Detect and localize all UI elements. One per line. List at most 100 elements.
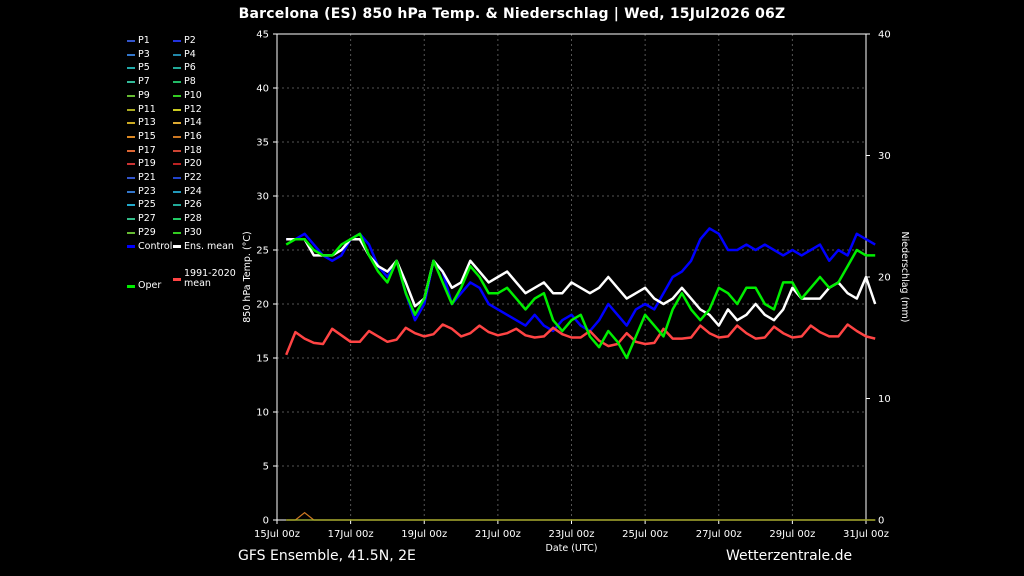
legend-swatch [127,190,135,193]
legend-item-p28: P28 [173,214,202,224]
y-tick-label: 15 [256,354,269,365]
legend-swatch [127,108,135,111]
legend-label: P25 [138,199,156,211]
precip-line-p16 [286,511,876,521]
legend-label: P29 [138,226,156,238]
legend-swatch [173,149,181,152]
legend-label: P16 [184,130,202,142]
x-tick-label: 29Jul 00z [769,529,815,540]
legend-item-p26: P26 [173,200,202,210]
legend-swatch [173,108,181,111]
legend-swatch [173,94,181,97]
legend-label: P22 [184,172,202,183]
x-tick-label: 19Jul 00z [401,529,447,540]
legend-swatch [127,94,135,97]
legend-label: P17 [138,144,156,156]
legend-label: P4 [184,48,196,60]
legend-label: Oper [138,280,162,291]
legend-label: P13 [138,117,156,129]
legend-item-p5: P5 [127,63,150,73]
x-tick-label: 15Jul 00z [254,529,300,540]
y2-axis-label: Niederschlag (mm) [899,232,910,323]
legend-label: P28 [184,213,202,225]
legend-label: P9 [138,89,150,101]
legend-item-p7: P7 [127,77,150,87]
legend-swatch [127,204,135,207]
y-tick-label: 10 [256,408,269,419]
x-tick-label: 17Jul 00z [328,529,374,540]
y2-tick-label: 30 [878,151,891,162]
legend-item-p16: P16 [173,130,202,142]
legend-item-p6: P6 [173,63,196,73]
footer-source: Wetterzentrale.de [726,548,853,564]
legend-swatch [173,218,181,221]
x-tick-label: 25Jul 00z [622,529,668,540]
legend-item-oper: Oper [127,281,161,291]
legend-label: P6 [184,62,196,74]
legend-swatch [173,177,181,179]
legend-label: P23 [138,185,156,197]
y2-tick-label: 10 [878,394,891,405]
legend-label: P12 [184,103,202,115]
x-tick-label: 21Jul 00z [475,529,521,540]
legend-swatch [127,135,135,138]
legend-item-p11: P11 [127,103,156,115]
legend-label: 1991-2020 mean [184,268,236,289]
grid [277,34,866,520]
x-tick-label: 27Jul 00z [696,529,742,540]
legend-swatch [127,284,135,288]
legend-label: Ens. mean [184,240,234,252]
legend-label: P19 [138,158,156,170]
x-tick-label: 31Jul 00z [843,529,889,540]
legend-label: P11 [138,103,156,115]
legend-item-p2: P2 [173,36,196,46]
series-line-1991-2020-mean [285,323,876,356]
legend-swatch [127,122,135,125]
legend-swatch [127,53,135,56]
legend-item-p22: P22 [173,173,202,183]
legend-item-p27: P27 [127,214,156,224]
legend-swatch [127,81,135,84]
legend-item-p25: P25 [127,200,156,210]
footer-model-info: GFS Ensemble, 41.5N, 2E [238,548,416,564]
legend-item-p1: P1 [127,36,150,46]
legend-item-p15: P15 [127,131,156,142]
y2-tick-label: 0 [878,516,884,527]
legend-swatch [127,67,135,70]
legend-swatch [173,231,181,234]
legend-label: P7 [138,76,150,88]
legend-label: P5 [138,62,150,74]
legend-label: P20 [184,158,202,170]
temp-series-group [285,227,877,360]
legend-label: P3 [138,48,150,60]
y2-tick-label: 20 [878,273,891,284]
legend-swatch [127,163,135,166]
legend-swatch [173,67,181,70]
y-tick-label: 20 [256,300,269,311]
legend-label: P2 [184,35,196,46]
legend-item-p18: P18 [173,144,202,156]
x-axis-label: Date (UTC) [546,543,598,554]
y2-tick-label: 40 [878,30,891,41]
legend-item-control: Control [127,241,172,252]
legend-item-p17: P17 [127,144,156,156]
legend-swatch [127,149,135,152]
legend-item-p13: P13 [127,118,156,128]
legend-label: P24 [184,185,202,197]
legend-item-p23: P23 [127,185,156,197]
legend-swatch [173,81,181,84]
legend-label: P18 [184,144,202,156]
legend-swatch [127,177,135,179]
legend-swatch [173,163,181,166]
legend-label: P1 [138,35,150,46]
legend-item-ens-mean: Ens. mean [173,240,234,252]
legend-swatch [127,40,135,42]
legend-item-p8: P8 [173,77,196,87]
x-tick-label: 23Jul 00z [549,529,595,540]
legend-label: P30 [184,226,202,238]
legend-label: P8 [184,76,196,88]
legend-item-p24: P24 [173,185,202,197]
legend-swatch [173,40,181,42]
legend-item-p19: P19 [127,159,156,169]
legend-swatch [127,218,135,221]
